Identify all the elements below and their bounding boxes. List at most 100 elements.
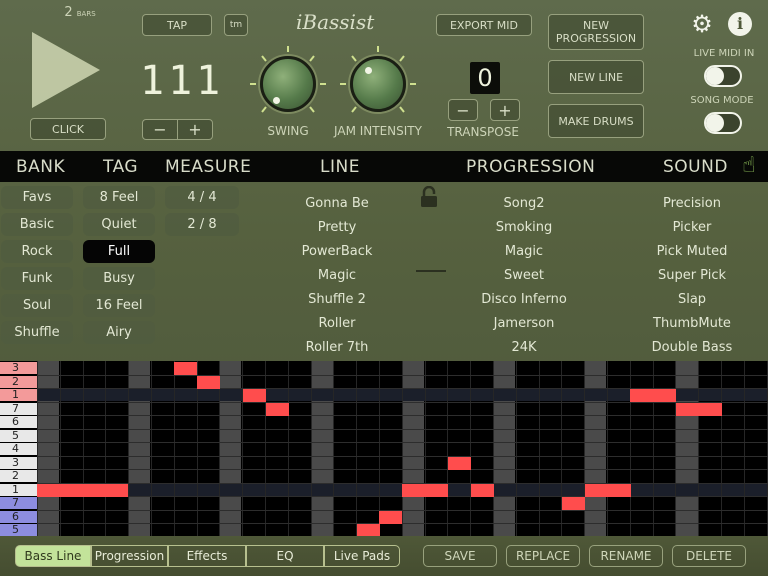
progression-list: Song2 Smoking Magic Sweet Disco Inferno Jamer… <box>466 178 582 356</box>
note-block[interactable] <box>585 484 631 497</box>
progression-item[interactable]: Smoking <box>466 216 582 240</box>
rename-button[interactable]: RENAME <box>589 545 663 567</box>
replace-button[interactable]: REPLACE <box>506 545 580 567</box>
new-line-button[interactable]: NEW LINE <box>548 60 644 94</box>
progression-item[interactable]: Jamerson <box>466 312 582 336</box>
line-item[interactable]: PowerBack <box>280 240 394 264</box>
tab-progression[interactable]: Progression <box>91 545 168 567</box>
measure-item[interactable]: 4 / 4 <box>165 186 239 209</box>
note-block[interactable] <box>197 376 220 389</box>
tab-live-pads[interactable]: Live Pads <box>324 545 400 567</box>
sound-item[interactable]: Picker <box>634 216 750 240</box>
line-item[interactable]: Pretty <box>280 216 394 240</box>
tag-item[interactable]: Quiet <box>83 213 155 236</box>
tab-eq[interactable]: EQ <box>246 545 324 567</box>
progression-item[interactable]: Disco Inferno <box>466 288 582 312</box>
transpose-increase-button[interactable]: + <box>490 99 520 121</box>
bank-item[interactable]: Soul <box>1 294 73 317</box>
note-block[interactable] <box>448 457 471 470</box>
measure-header: MEASURE <box>165 157 252 177</box>
grid-line <box>37 469 768 470</box>
line-item[interactable]: Roller 7th <box>280 336 394 356</box>
note-block[interactable] <box>266 403 289 416</box>
new-progression-button[interactable]: NEW PROGRESSION <box>548 14 644 50</box>
sound-item[interactable]: Precision <box>634 192 750 216</box>
bank-item[interactable]: Rock <box>1 240 73 263</box>
sound-item[interactable]: ThumbMute <box>634 312 750 336</box>
progression-item[interactable]: 24K <box>466 336 582 356</box>
info-icon[interactable]: i <box>728 12 752 36</box>
progression-item[interactable]: Sweet <box>466 264 582 288</box>
app-logo: iBassist <box>296 10 375 34</box>
tab-effects[interactable]: Effects <box>168 545 246 567</box>
piano-key[interactable]: 6 <box>0 416 37 428</box>
piano-key[interactable]: 1 <box>0 484 37 496</box>
progression-item[interactable]: Magic <box>466 240 582 264</box>
tempo-decrease-button[interactable]: − <box>142 119 178 140</box>
tag-item[interactable]: Full <box>83 240 155 263</box>
piano-key[interactable]: 2 <box>0 376 37 388</box>
tempo-increase-button[interactable]: + <box>177 119 213 140</box>
transpose-decrease-button[interactable]: − <box>448 99 478 121</box>
tm-button[interactable]: tm <box>224 14 248 36</box>
piano-key[interactable]: 5 <box>0 524 37 536</box>
lock-icon[interactable] <box>419 186 439 208</box>
piano-key[interactable]: 1 <box>0 389 37 401</box>
piano-key[interactable]: 4 <box>0 443 37 455</box>
play-icon[interactable] <box>32 32 100 108</box>
tap-tempo-button[interactable]: TAP <box>142 14 212 36</box>
sound-item[interactable]: Slap <box>634 288 750 312</box>
piano-key[interactable]: 7 <box>0 403 37 415</box>
tempo-display: 111 <box>140 58 225 104</box>
sound-item[interactable]: Super Pick <box>634 264 750 288</box>
piano-key[interactable]: 6 <box>0 511 37 523</box>
note-block[interactable] <box>676 403 722 416</box>
tag-item[interactable]: 16 Feel <box>83 294 155 317</box>
jam-intensity-knob[interactable] <box>350 56 406 112</box>
bank-item[interactable]: Favs <box>1 186 73 209</box>
bank-item[interactable]: Shuffle <box>1 321 73 344</box>
piano-key[interactable]: 2 <box>0 470 37 482</box>
note-block[interactable] <box>402 484 448 497</box>
note-block[interactable] <box>174 362 197 375</box>
save-button[interactable]: SAVE <box>423 545 497 567</box>
tag-item[interactable]: Busy <box>83 267 155 290</box>
note-block[interactable] <box>379 511 402 524</box>
tag-item[interactable]: 8 Feel <box>83 186 155 209</box>
click-button[interactable]: CLICK <box>30 118 106 140</box>
piano-roll[interactable]: 3217654321765 <box>0 361 768 536</box>
export-midi-button[interactable]: EXPORT MID <box>436 14 532 36</box>
note-block[interactable] <box>357 524 380 536</box>
live-midi-toggle[interactable] <box>704 65 742 87</box>
piano-key[interactable]: 3 <box>0 362 37 374</box>
gear-icon[interactable]: ⚙ <box>688 10 716 38</box>
bank-item[interactable]: Basic <box>1 213 73 236</box>
note-block[interactable] <box>471 484 494 497</box>
hand-pointer-icon[interactable]: ☝ <box>736 153 762 181</box>
line-item[interactable]: Shuffle 2 <box>280 288 394 312</box>
delete-button[interactable]: DELETE <box>672 545 746 567</box>
note-block[interactable] <box>243 389 266 402</box>
grid-line <box>37 402 768 403</box>
make-drums-button[interactable]: MAKE DRUMS <box>548 104 644 138</box>
sound-item[interactable]: Double Bass <box>634 336 750 356</box>
note-block[interactable] <box>562 497 585 510</box>
line-item[interactable]: Magic <box>280 264 394 288</box>
song-mode-toggle[interactable] <box>704 112 742 134</box>
grid-line <box>37 375 768 376</box>
transpose-label: TRANSPOSE <box>447 125 519 139</box>
progression-item[interactable]: Song2 <box>466 192 582 216</box>
piano-key[interactable]: 7 <box>0 497 37 509</box>
bank-item[interactable]: Funk <box>1 267 73 290</box>
piano-key[interactable]: 3 <box>0 457 37 469</box>
tag-item[interactable]: Airy <box>83 321 155 344</box>
piano-key[interactable]: 5 <box>0 430 37 442</box>
note-block[interactable] <box>630 389 676 402</box>
tab-bass-line[interactable]: Bass Line <box>15 545 91 567</box>
measure-item[interactable]: 2 / 8 <box>165 213 239 236</box>
note-block[interactable] <box>37 484 128 497</box>
swing-knob[interactable] <box>260 56 316 112</box>
line-item[interactable]: Roller <box>280 312 394 336</box>
sound-item[interactable]: Pick Muted <box>634 240 750 264</box>
line-item[interactable]: Gonna Be <box>280 192 394 216</box>
